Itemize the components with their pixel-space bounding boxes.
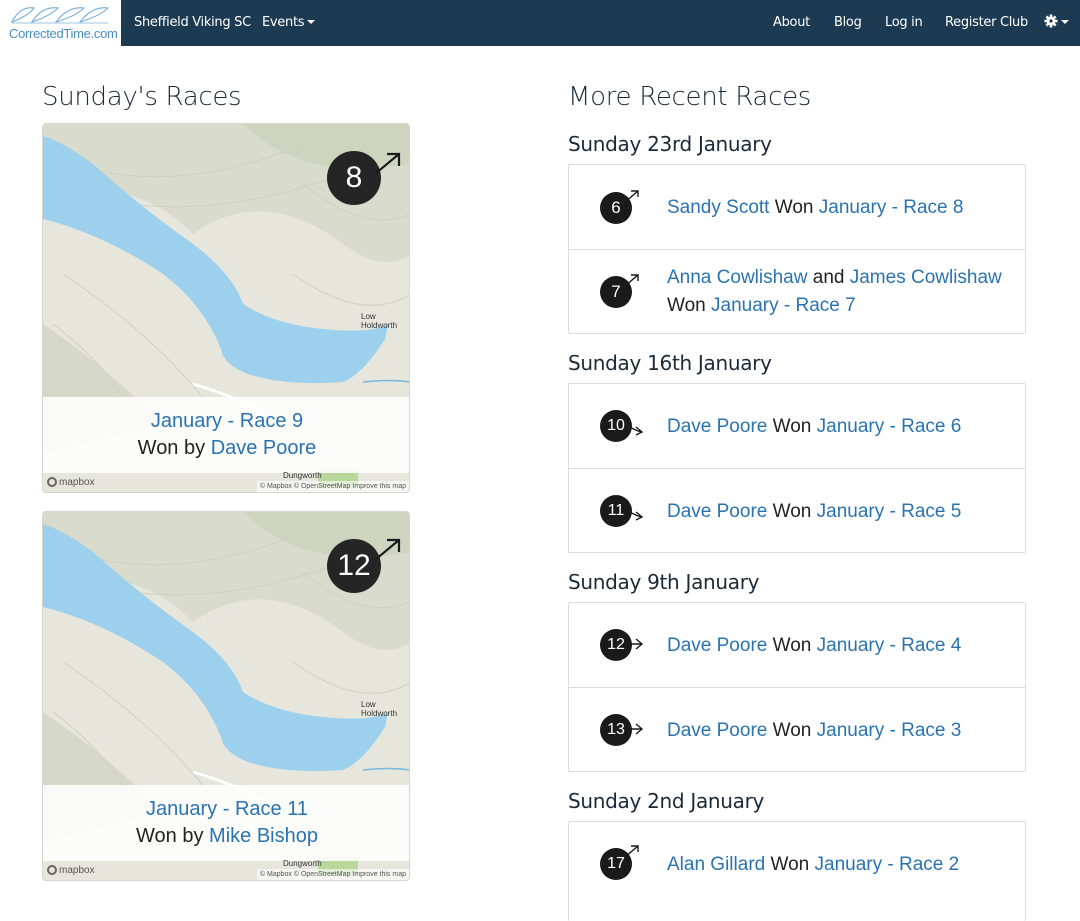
wind-direction-arrow-icon	[624, 190, 639, 203]
and-label: and	[812, 267, 845, 288]
race-date-heading: Sunday 23rd January	[568, 132, 772, 156]
race-result-text: Sandy Scott Won January - Race 8	[667, 194, 1015, 222]
race-list: 12 Dave Poore Won January - Race 4 13 Da…	[568, 602, 1026, 772]
race-list-item: 10 Dave Poore Won January - Race 6	[569, 384, 1025, 468]
mapbox-logo-text: mapbox	[59, 477, 95, 488]
race-link[interactable]: January - Race 6	[817, 416, 962, 437]
brand-logo-link[interactable]: CorrectedTime.com	[0, 0, 121, 46]
race-list-item: 13 Dave Poore Won January - Race 3	[569, 687, 1025, 771]
race-date-heading: Sunday 16th January	[568, 351, 772, 375]
nav-events-dropdown[interactable]: Events	[262, 0, 316, 46]
race-link[interactable]: January - Race 8	[819, 197, 964, 218]
winner-link[interactable]: Sandy Scott	[667, 197, 769, 218]
won-by-label: Won by	[136, 825, 204, 847]
wind-direction-arrow-icon	[626, 723, 644, 735]
race-map-caption: January - Race 9 Won by Dave Poore	[43, 397, 409, 473]
won-by-label: Won by	[137, 437, 206, 459]
nav-events-label: Events	[262, 15, 305, 30]
won-label: Won	[772, 720, 812, 741]
map-attribution[interactable]: © Mapbox © OpenStreetMap Improve this ma…	[256, 481, 409, 492]
wind-direction-arrow-icon	[626, 638, 644, 650]
race-list-item: 11 Dave Poore Won January - Race 5	[569, 468, 1025, 552]
race-list-item: 7 Anna Cowlishaw and James Cowlishaw Won …	[569, 249, 1025, 333]
race-result-text: Dave Poore Won January - Race 6	[667, 413, 1015, 441]
mapbox-logo-text: mapbox	[59, 865, 95, 876]
mapbox-logo[interactable]: mapbox	[47, 865, 95, 876]
won-label: Won	[772, 635, 812, 656]
nav-register-club-link[interactable]: Register Club	[945, 0, 1028, 46]
wind-direction-arrow-icon	[624, 845, 639, 858]
race-list: 6 Sandy Scott Won January - Race 8 7 Ann…	[568, 164, 1026, 334]
nav-blog-link[interactable]: Blog	[834, 0, 862, 46]
settings-dropdown[interactable]	[1044, 0, 1070, 46]
winner-link[interactable]: Dave Poore	[667, 501, 767, 522]
race-link[interactable]: January - Race 9	[151, 410, 303, 432]
race-link[interactable]: January - Race 7	[711, 295, 856, 316]
map-attribution[interactable]: © Mapbox © OpenStreetMap Improve this ma…	[256, 869, 409, 880]
caret-down-icon	[307, 20, 316, 24]
nav-login-link[interactable]: Log in	[885, 0, 923, 46]
map-place-label: Low Holdworth	[361, 312, 398, 330]
top-navbar: CorrectedTime.com Sheffield Viking SC Ev…	[0, 0, 1080, 46]
race-result-text: Dave Poore Won January - Race 5	[667, 498, 1015, 526]
race-link[interactable]: January - Race 4	[817, 635, 962, 656]
sailboat-logo-icon	[10, 7, 110, 24]
winner-link[interactable]: Dave Poore	[211, 437, 317, 459]
nav-about-link[interactable]: About	[773, 0, 810, 46]
won-label: Won	[772, 501, 812, 522]
race-map-card[interactable]: Low Holdworth 8 January - Race 9 Won by …	[42, 123, 410, 493]
wind-direction-arrow-icon	[625, 508, 644, 521]
map-place-label: Dungworth	[283, 471, 322, 480]
wind-direction-arrow-icon	[374, 538, 401, 561]
race-result-text: Alan Gillard Won January - Race 2	[667, 851, 1015, 879]
won-label: Won	[667, 295, 706, 316]
race-result-text: Dave Poore Won January - Race 3	[667, 717, 1015, 745]
won-label: Won	[772, 416, 812, 437]
wind-direction-arrow-icon	[625, 423, 644, 436]
mapbox-logo[interactable]: mapbox	[47, 477, 95, 488]
won-label: Won	[770, 854, 810, 875]
winner-link[interactable]: Alan Gillard	[667, 854, 765, 875]
race-list: 17 Alan Gillard Won January - Race 2	[568, 821, 1026, 921]
race-map-caption: January - Race 11 Won by Mike Bishop	[43, 785, 409, 861]
winner-link[interactable]: Dave Poore	[667, 720, 767, 741]
more-recent-races-heading: More Recent Races	[568, 82, 812, 112]
winner-link[interactable]: James Cowlishaw	[850, 267, 1002, 288]
race-list: 10 Dave Poore Won January - Race 6 11 Da…	[568, 383, 1026, 553]
brand-name: CorrectedTime.com	[9, 26, 118, 41]
wind-direction-arrow-icon	[624, 274, 639, 287]
wind-direction-arrow-icon	[374, 152, 401, 175]
map-place-label: Low Holdworth	[361, 700, 398, 718]
gear-icon	[1044, 14, 1069, 28]
map-place-label: Dungworth	[283, 859, 322, 868]
race-link[interactable]: January - Race 2	[815, 854, 960, 875]
won-label: Won	[774, 197, 814, 218]
race-list-item: 17 Alan Gillard Won January - Race 2	[569, 822, 1025, 906]
race-list-item: 12 Dave Poore Won January - Race 4	[569, 603, 1025, 687]
winner-link[interactable]: Mike Bishop	[209, 825, 318, 847]
race-link[interactable]: January - Race 11	[146, 798, 308, 820]
sundays-races-heading: Sunday's Races	[42, 82, 242, 112]
race-map-card[interactable]: Low Holdworth 12 January - Race 11 Won b…	[42, 511, 410, 881]
winner-link[interactable]: Anna Cowlishaw	[667, 267, 807, 288]
nav-club-link[interactable]: Sheffield Viking SC	[134, 0, 251, 46]
winner-link[interactable]: Dave Poore	[667, 416, 767, 437]
race-date-heading: Sunday 2nd January	[568, 789, 765, 813]
winner-link[interactable]: Dave Poore	[667, 635, 767, 656]
mapbox-logo-icon	[47, 477, 57, 487]
race-list-item: 6 Sandy Scott Won January - Race 8	[569, 165, 1025, 249]
race-date-heading: Sunday 9th January	[568, 570, 760, 594]
race-link[interactable]: January - Race 3	[817, 720, 962, 741]
race-link[interactable]: January - Race 5	[817, 501, 962, 522]
mapbox-logo-icon	[47, 865, 57, 875]
race-result-text: Anna Cowlishaw and James Cowlishaw Won Ja…	[667, 264, 1015, 320]
race-result-text: Dave Poore Won January - Race 4	[667, 632, 1015, 660]
